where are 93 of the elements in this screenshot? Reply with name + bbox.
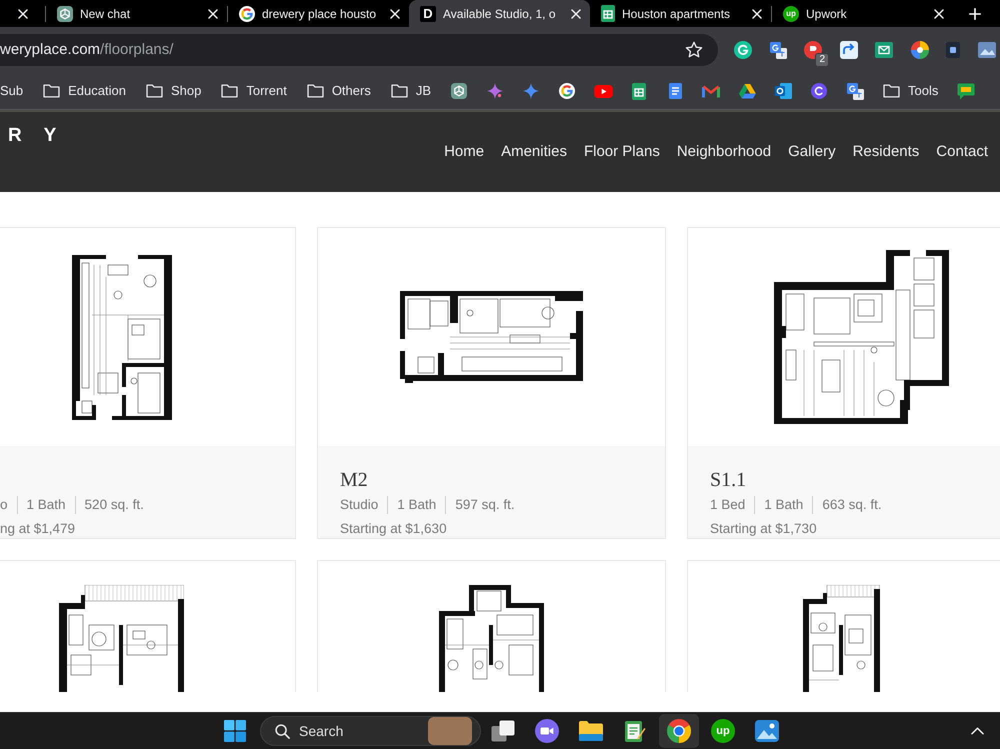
folder-icon [883, 84, 900, 98]
translate-icon[interactable] [770, 42, 786, 58]
spreadsheet-icon[interactable] [632, 82, 646, 100]
mail-icon[interactable] [702, 84, 720, 98]
sparkle-icon[interactable] [487, 83, 503, 99]
folder-icon [221, 84, 238, 98]
close-icon[interactable] [934, 8, 944, 18]
price-text: Starting at $1,630 [340, 520, 447, 538]
bookmark-link[interactable]: Sub [0, 77, 30, 105]
spec-text: 1 Bed [710, 496, 746, 514]
close-icon[interactable] [571, 8, 581, 18]
nav-link[interactable]: Floor Plans [584, 141, 660, 163]
chevron-up-icon[interactable] [971, 727, 984, 735]
browser-tab[interactable]: Houston apartments [590, 0, 771, 27]
folder-icon [578, 720, 604, 742]
g-circle-icon[interactable] [734, 41, 752, 59]
nav-link[interactable]: Gallery [788, 141, 836, 163]
count-badge: 2 [815, 53, 829, 67]
spec-text: o [0, 496, 8, 514]
picture-icon[interactable] [978, 42, 996, 58]
o-logo-icon[interactable] [774, 83, 792, 99]
taskbar-app-button[interactable] [659, 714, 699, 748]
chat-bubble-icon[interactable] [957, 82, 976, 100]
spec-text: 1 Bath [397, 496, 436, 514]
spec-text: 1 Bath [26, 496, 66, 514]
highlight-picture [428, 717, 472, 745]
folder-icon [146, 84, 163, 98]
knot-logo-icon [57, 6, 73, 22]
plan-name: S1.1 [710, 468, 746, 493]
notepad-icon [624, 719, 646, 743]
folder-icon [306, 84, 324, 98]
price-text: ng at $1,479 [0, 520, 76, 538]
search-button[interactable]: Search [260, 716, 481, 746]
g-logo-icon [239, 6, 255, 22]
spec-text: Studio [340, 496, 378, 514]
sparkle-icon[interactable] [523, 83, 539, 99]
floor-plan-card[interactable] [687, 560, 1000, 692]
price-text: Starting at $1,730 [710, 520, 817, 538]
up-logo-icon: up [783, 6, 799, 22]
browser-icon [667, 719, 691, 743]
site-logo[interactable]: R Y [8, 125, 56, 147]
triangle-logo-icon[interactable] [738, 84, 756, 98]
nav-link[interactable]: Residents [852, 141, 920, 163]
envelope-icon[interactable] [875, 42, 893, 58]
close-icon[interactable] [752, 8, 762, 18]
d-logo-icon: D [420, 6, 436, 22]
spec-text: 597 sq. ft. [455, 496, 515, 514]
floor-plan-card[interactable] [0, 560, 296, 692]
play-button-icon[interactable] [594, 84, 612, 98]
folder-icon [390, 84, 408, 98]
search-icon [275, 724, 290, 738]
spec-text: 520 sq. ft. [84, 496, 144, 514]
g-logo-icon[interactable] [559, 83, 575, 99]
bookmark-folder[interactable]: JB [384, 77, 438, 105]
color-wheel-icon[interactable] [910, 41, 928, 59]
browser-tab[interactable]: up Upwork [772, 0, 953, 27]
nav-link[interactable]: Neighborhood [676, 141, 772, 163]
translate-icon[interactable] [846, 82, 864, 100]
close-icon[interactable] [18, 8, 28, 18]
task-view-icon [491, 720, 515, 742]
nav-link[interactable]: Contact [936, 141, 988, 163]
start-icon[interactable] [224, 720, 246, 742]
floor-plan-card[interactable]: S1.1 1 Bed 1 Bath 663 sq. ft. Starting at $1,730 [687, 227, 1000, 539]
floor-plan-card[interactable]: o 1 Bath 520 sq. ft. ng at $1,479 [0, 227, 296, 539]
knot-logo-icon[interactable] [451, 83, 467, 99]
nav-link[interactable]: Home [444, 141, 484, 163]
bookmark-folder[interactable]: Education [36, 77, 133, 105]
bookmark-folder[interactable]: Others [300, 77, 378, 105]
new-tab-icon[interactable] [969, 8, 981, 20]
bookmark-folder[interactable]: Shop [138, 77, 208, 105]
browser-tab[interactable]: D Available Studio, 1, o [409, 0, 590, 27]
plan-name: M2 [340, 468, 368, 493]
c-logo-icon[interactable] [811, 83, 827, 99]
spec-text: 663 sq. ft. [822, 496, 882, 514]
folder-icon [43, 84, 60, 98]
close-icon[interactable] [390, 8, 400, 18]
floor-plan-card[interactable]: M2 Studio 1 Bath 597 sq. ft. Starting at $1,630 [317, 227, 666, 539]
address-field[interactable]: weryplace.com/floorplans/ [0, 34, 718, 66]
bookmark-folder[interactable]: Tools [876, 77, 946, 105]
nav-link[interactable]: Amenities [501, 141, 567, 163]
close-icon[interactable] [208, 8, 218, 18]
browser-tab[interactable]: drewery place housto [228, 0, 409, 27]
bookmark-folder[interactable]: Torrent [214, 77, 294, 105]
document-icon[interactable] [668, 83, 682, 99]
browser-tab[interactable]: New chat [46, 0, 227, 27]
extension-icon[interactable] [946, 42, 960, 58]
up-logo-icon: up [711, 719, 735, 743]
bookmark-star-icon[interactable] [685, 41, 703, 59]
video-call-icon [535, 719, 559, 743]
spec-text: 1 Bath [764, 496, 804, 514]
floor-plan-card[interactable] [317, 560, 666, 692]
landscape-icon [755, 720, 779, 742]
spreadsheet-icon [601, 5, 615, 22]
